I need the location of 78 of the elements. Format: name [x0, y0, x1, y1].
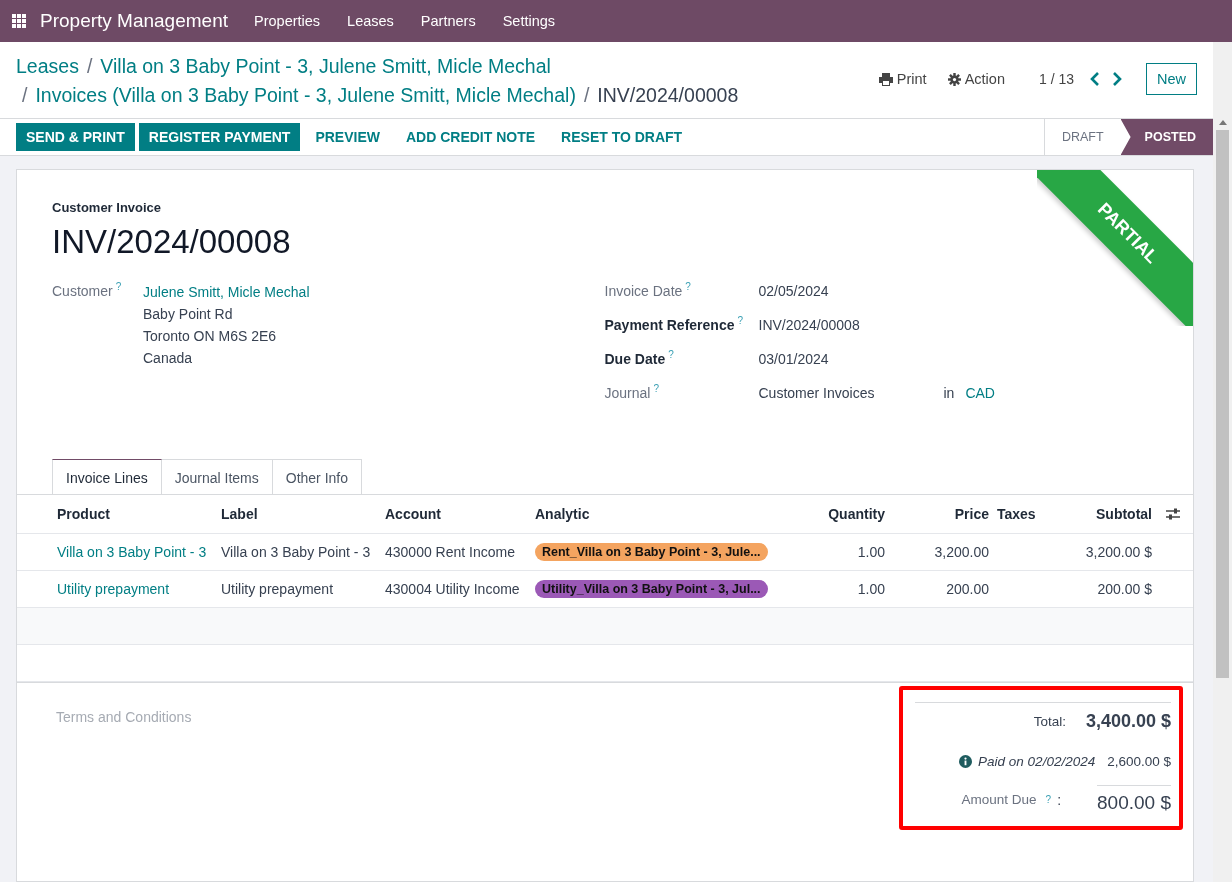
table-cell-text: 430000 Rent Income [385, 544, 516, 560]
column-header[interactable]: Product [57, 506, 221, 522]
breadcrumb-item[interactable]: Villa on 3 Baby Point - 3, Julene Smitt, Micle Mechal [100, 52, 551, 81]
action-bar-button[interactable]: REGISTER PAYMENT [138, 123, 301, 151]
field-value[interactable]: Customer Invoices [758, 383, 944, 403]
scrollbar-drawing[interactable] [1213, 42, 1232, 882]
field-value[interactable]: INV/2024/00008 [758, 315, 944, 335]
analytic-tag: Rent_Villa on 3 Baby Point - 3, Jule... [535, 543, 768, 561]
table-cell-text: 1.00 [856, 544, 885, 560]
product-cell[interactable]: Utility prepayment [57, 581, 221, 597]
table-cell-text: 200.00 $ [1096, 581, 1152, 597]
total-amount: 3,400.00 $ [1085, 711, 1171, 732]
status-step[interactable]: POSTED [1120, 119, 1213, 155]
action-bar-button[interactable]: RESET TO DRAFT [550, 123, 694, 151]
field-label: Journal [604, 384, 651, 401]
chevron-left-icon[interactable] [1090, 72, 1100, 86]
table-cell-text: Villa on 3 Baby Point - 3 [221, 544, 372, 560]
paid-amount: 2,600.00 $ [1107, 754, 1171, 769]
form-tab[interactable]: Other Info [272, 459, 363, 494]
customer-link[interactable]: Julene Smitt, Micle Mechal [143, 284, 310, 300]
product-cell[interactable]: Villa on 3 Baby Point - 3 [57, 544, 221, 560]
column-header[interactable]: Price [885, 506, 989, 522]
breadcrumb-separator: / [583, 83, 590, 108]
app-grid-icon[interactable] [12, 14, 26, 28]
address-line: Baby Point Rd [143, 305, 234, 324]
column-settings-icon[interactable] [1164, 508, 1181, 520]
address-line: Toronto ON M6S 2E6 [143, 327, 278, 346]
breadcrumb-item[interactable]: Leases [16, 52, 79, 81]
invoice-number: INV/2024/00008 [52, 223, 291, 261]
field-value[interactable]: 02/05/2024 [758, 281, 944, 301]
menu-item[interactable]: Settings [502, 13, 556, 29]
table-cell-text: Utility prepayment [221, 581, 335, 597]
amount-due-label: Amount Due [961, 792, 1037, 807]
pager-counter: 1 / 13 [1038, 71, 1074, 87]
table-cell-text: 3,200.00 $ [1084, 544, 1152, 560]
breadcrumb-item[interactable]: Invoices (Villa on 3 Baby Point - 3, Julene Smitt, Micle Mechal) [35, 81, 576, 110]
gear-icon [947, 72, 961, 86]
field-value[interactable]: 03/01/2024 [758, 349, 944, 369]
field-label: Payment Reference [604, 316, 735, 333]
field-label: Invoice Date [604, 282, 683, 299]
field-label: Customer [52, 282, 113, 299]
table-cell-text: 200.00 [945, 581, 989, 597]
column-header[interactable]: Subtotal [1050, 506, 1152, 522]
new-button[interactable]: New [1146, 63, 1197, 95]
action-bar-button[interactable]: ADD CREDIT NOTE [394, 123, 547, 151]
currency-link[interactable]: CAD [965, 383, 995, 403]
printer-icon [878, 72, 893, 86]
address-line: Canada [143, 349, 194, 368]
menu-item[interactable]: Properties [254, 13, 321, 29]
total-label: Total: [1033, 714, 1066, 729]
column-header[interactable]: Account [385, 506, 535, 522]
column-header[interactable]: Label [221, 506, 385, 522]
action-bar-button[interactable]: SEND & PRINT [16, 123, 135, 151]
print-button[interactable]: Print [878, 71, 927, 87]
action-button[interactable]: Action [947, 71, 1005, 87]
payment-note: Paid on 02/02/2024 [978, 754, 1096, 769]
menu-item[interactable]: Partners [420, 13, 476, 29]
breadcrumb-separator: / [86, 54, 93, 79]
breadcrumb-item[interactable]: INV/2024/00008 [597, 81, 739, 110]
form-tab[interactable]: Journal Items [161, 459, 273, 494]
table-cell-text: 3,200.00 [933, 544, 989, 560]
form-tab[interactable]: Invoice Lines [52, 459, 162, 494]
action-bar-button[interactable]: PREVIEW [304, 123, 391, 151]
table-cell-text: 430004 Utility Income [385, 581, 521, 597]
app-title[interactable]: Property Management [40, 10, 228, 32]
table-cell-text: 1.00 [856, 581, 885, 597]
column-header[interactable]: Quantity [800, 506, 885, 522]
analytic-tag: Utility_Villa on 3 Baby Point - 3, Jul... [535, 580, 768, 598]
column-header[interactable]: Analytic [535, 506, 800, 522]
info-icon[interactable] [959, 755, 973, 768]
breadcrumb-separator: / [22, 83, 28, 108]
menu-item[interactable]: Leases [347, 13, 394, 29]
field-label: Due Date [604, 350, 666, 367]
field-connector: in [943, 384, 955, 403]
column-header[interactable]: Taxes [989, 506, 1050, 522]
amount-due: 800.00 $ [1097, 785, 1171, 814]
chevron-right-icon[interactable] [1112, 72, 1122, 86]
label-colon: : [1057, 791, 1062, 808]
